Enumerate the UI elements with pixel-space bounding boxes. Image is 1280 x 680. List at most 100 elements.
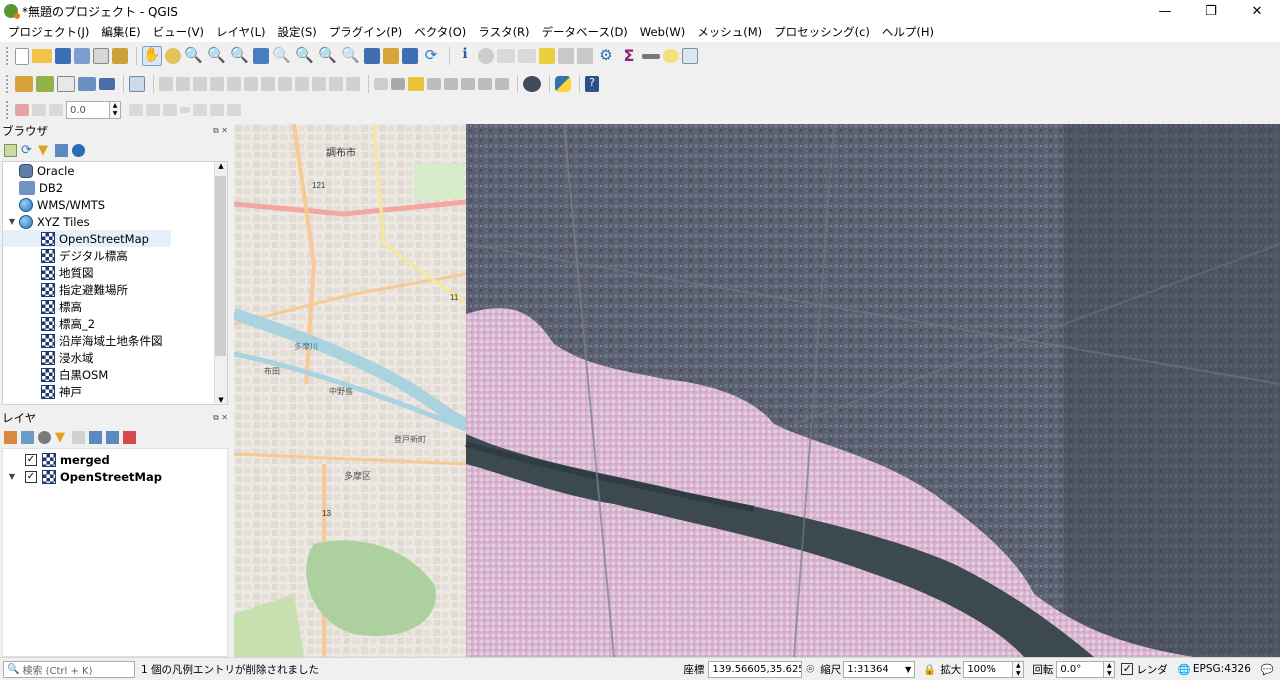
save-edits-icon[interactable] (193, 77, 207, 91)
panel-float-close-icon[interactable]: ⧉ ✕ (213, 413, 232, 423)
digitize-value-input[interactable]: 0.0 (66, 101, 110, 119)
digitize-grid2-icon[interactable] (146, 104, 160, 116)
zoom-out-icon[interactable]: 🔍 (207, 46, 227, 66)
maximize-button[interactable]: ❐ (1188, 0, 1234, 22)
digitize-small-icon[interactable] (180, 107, 190, 113)
browser-item[interactable]: デジタル標高 (3, 247, 227, 264)
toggle-extents-icon[interactable]: ⌾ (806, 662, 814, 677)
toggle-editing-icon[interactable] (159, 77, 173, 91)
menu-plugins[interactable]: プラグイン(P) (323, 24, 408, 40)
field-calculator-icon[interactable] (577, 48, 593, 64)
menu-mesh[interactable]: メッシュ(M) (691, 24, 768, 40)
remove-layer-icon[interactable] (123, 430, 136, 444)
show-hide-labels-icon[interactable] (478, 78, 492, 90)
filter-icon[interactable]: ▼ (38, 144, 51, 157)
rotation-spinner[interactable]: ▲ ▼ (1104, 660, 1116, 678)
measure-icon[interactable] (642, 53, 660, 59)
digitize-shape-icon[interactable] (32, 104, 46, 116)
zoom-selection-icon[interactable]: 🔍 (272, 46, 292, 66)
browser-item[interactable]: OpenStreetMap (3, 230, 171, 247)
pin-labels-icon[interactable] (391, 78, 405, 90)
layer-visibility-checkbox[interactable]: ✓ (25, 470, 37, 483)
digitize-list-icon[interactable] (227, 104, 241, 116)
save-as-icon[interactable] (74, 48, 90, 64)
style-manager-icon[interactable] (112, 48, 128, 64)
redo-icon[interactable] (346, 77, 360, 91)
menu-raster[interactable]: ラスタ(R) (472, 24, 535, 40)
label-tool-icon[interactable] (374, 78, 388, 90)
browser-item[interactable]: 標高_2 (3, 315, 227, 332)
menu-view[interactable]: ビュー(V) (147, 24, 210, 40)
zoom-in-icon[interactable]: 🔍 (184, 46, 204, 66)
magnify-input[interactable]: 100% (963, 660, 1014, 678)
vertex-tool-icon[interactable] (227, 77, 241, 91)
digitize-text-icon[interactable] (193, 104, 207, 116)
lock-scale-icon[interactable]: 🔒 (923, 663, 936, 676)
refresh-icon[interactable]: ⟳ (21, 144, 34, 157)
messages-icon[interactable]: 💬 (1261, 663, 1274, 676)
new-project-icon[interactable] (15, 47, 29, 65)
browser-scroll-thumb[interactable] (215, 176, 226, 356)
new-shapefile-icon[interactable] (57, 76, 75, 92)
virtual-layer-icon[interactable] (99, 78, 115, 90)
menu-processing[interactable]: プロセッシング(c) (768, 24, 876, 40)
layer-styling-icon[interactable] (4, 430, 17, 444)
layer-item[interactable]: ✓ merged (3, 451, 227, 468)
close-button[interactable]: ✕ (1234, 0, 1280, 22)
digitize-grid3-icon[interactable] (163, 104, 177, 116)
browser-item[interactable]: WMS/WMTS (3, 196, 227, 213)
add-feature-icon[interactable] (210, 77, 224, 91)
rotate-label-icon[interactable] (444, 78, 458, 90)
zoom-last-icon[interactable]: 🔍 (341, 46, 361, 66)
browser-item[interactable]: DB2 (3, 179, 227, 196)
digitize-text2-icon[interactable] (210, 104, 224, 116)
python-console-icon[interactable] (555, 76, 571, 92)
zoom-full-icon[interactable] (253, 48, 269, 64)
text-annotation-icon[interactable] (682, 48, 698, 64)
map-render[interactable]: 調布市 121 11 13 多摩区 登戸新町 中野島 布田 多摩川 (234, 124, 1280, 657)
menu-vector[interactable]: ベクタ(O) (408, 24, 472, 40)
collapse-all-icon[interactable] (55, 143, 68, 157)
zoom-native-icon[interactable]: 🔍 (318, 46, 338, 66)
minimize-button[interactable]: — (1142, 0, 1188, 22)
zoom-rubberband-icon[interactable]: 🔍 (230, 46, 250, 66)
map-tips-icon[interactable] (663, 49, 679, 63)
paste-icon[interactable] (312, 77, 326, 91)
locator-search-input[interactable]: 🔍 検索 (Ctrl + K) (3, 660, 135, 678)
menu-help[interactable]: ヘルプ(H) (876, 24, 940, 40)
delete-icon[interactable] (261, 77, 275, 91)
label-props-icon[interactable] (495, 78, 509, 90)
cut-icon[interactable] (278, 77, 292, 91)
expand-all-icon[interactable] (89, 430, 102, 444)
coordinate-input[interactable]: 139.56605,35.62520 (708, 660, 803, 678)
expand-arrow-icon[interactable]: ▼ (7, 472, 17, 481)
browser-item[interactable]: 白黒OSM (3, 366, 227, 383)
select-value-icon[interactable] (518, 49, 536, 63)
browser-item[interactable]: 標高 (3, 298, 227, 315)
manage-visibility-icon[interactable] (38, 430, 51, 444)
browser-item[interactable]: ▼ XYZ Tiles (3, 213, 227, 230)
menu-layer[interactable]: レイヤ(L) (210, 24, 272, 40)
browser-item[interactable]: 神戸 (3, 383, 227, 400)
select-features-icon[interactable] (497, 49, 515, 63)
open-project-icon[interactable] (32, 49, 52, 63)
attribute-table-icon[interactable] (558, 48, 574, 64)
add-group-icon[interactable] (21, 430, 34, 444)
pan-icon[interactable]: ✋ (142, 46, 162, 66)
undo-icon[interactable] (329, 77, 343, 91)
digitize-spinner[interactable]: ▲ ▼ (110, 101, 121, 119)
modify-attributes-icon[interactable] (244, 77, 258, 91)
menu-database[interactable]: データベース(D) (536, 24, 634, 40)
browser-item[interactable]: 沿岸海域土地条件図 (3, 332, 227, 349)
change-label-icon[interactable] (461, 78, 475, 90)
toolbar-grip[interactable] (6, 101, 9, 119)
gps-icon[interactable] (523, 76, 541, 92)
magnify-spinner[interactable]: ▲ ▼ (1013, 660, 1025, 678)
new-vector-icon[interactable] (129, 76, 145, 92)
refresh-icon[interactable]: ⟳ (421, 46, 441, 66)
digitize-table-icon[interactable] (129, 104, 143, 116)
browser-item[interactable]: Oracle (3, 162, 227, 179)
toolbar-grip[interactable] (6, 47, 9, 65)
copy-icon[interactable] (295, 77, 309, 91)
identify-icon[interactable]: ℹ (455, 46, 475, 66)
